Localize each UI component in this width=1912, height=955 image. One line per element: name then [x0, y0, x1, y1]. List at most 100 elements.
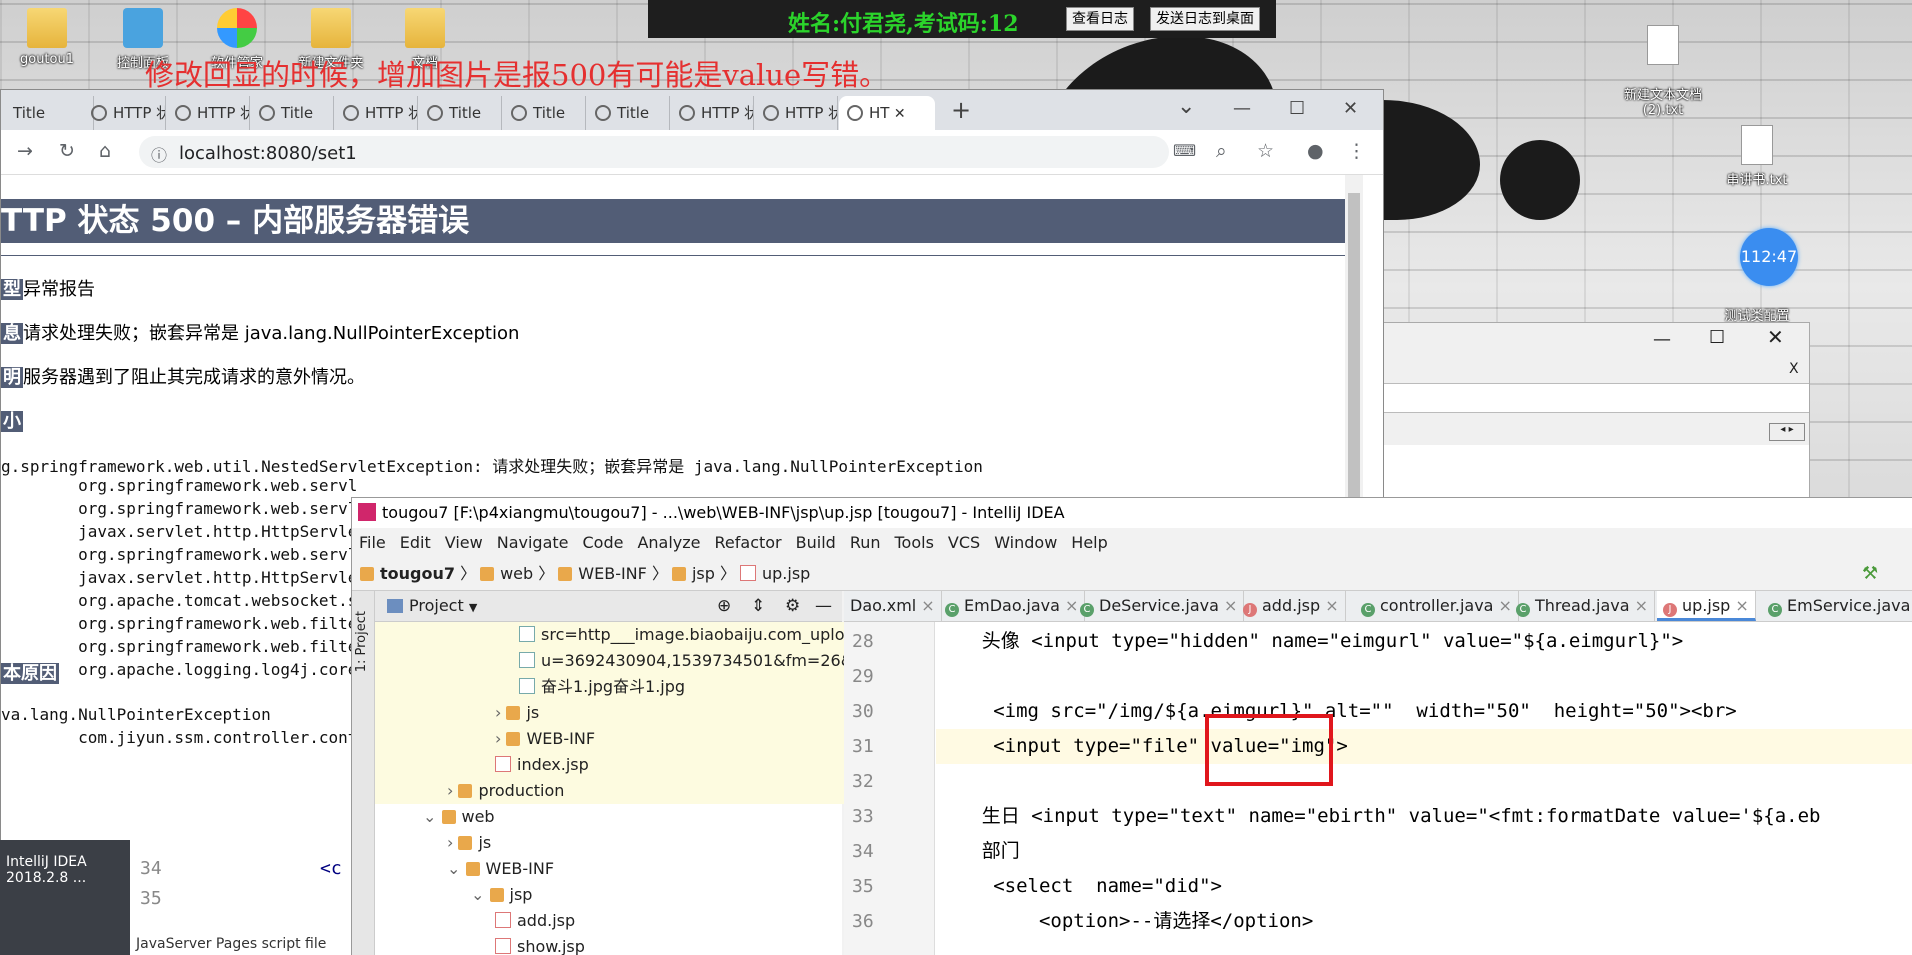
tree-item[interactable]: › production [375, 778, 914, 804]
translate-icon[interactable]: ⌨ [1173, 141, 1196, 160]
menu-item[interactable]: VCS [948, 533, 980, 552]
browser-tab[interactable]: Title [419, 96, 502, 130]
forward-icon[interactable]: → [17, 140, 33, 162]
new-tab-button[interactable]: + [951, 96, 971, 124]
tab-close-icon[interactable]: × [916, 596, 934, 615]
minimize-icon[interactable]: — [1653, 329, 1671, 350]
breadcrumb-item[interactable]: up.jsp [739, 564, 810, 583]
menu-item[interactable]: File [359, 533, 386, 552]
reload-icon[interactable]: ↻ [59, 140, 75, 162]
chevron-icon[interactable]: › [495, 729, 506, 748]
menu-item[interactable]: Tools [895, 533, 934, 552]
desktop-icon-new-text-doc[interactable]: 新建文本文档 (2).txt [1618, 10, 1708, 118]
browser-tab[interactable]: HTTP 状 [335, 96, 418, 130]
breadcrumb-item[interactable]: web 〉 [480, 564, 554, 583]
browser-tab[interactable]: Title [251, 96, 334, 130]
desktop-icon-chuanjiang[interactable]: 串讲书.txt [1712, 125, 1802, 188]
dialog-close-x[interactable]: X [1789, 361, 1799, 377]
editor-tab[interactable]: Jadd.jsp × [1237, 591, 1346, 621]
dialog-scroll-arrows[interactable]: ◂ ▸ [1769, 423, 1805, 441]
editor-tab[interactable]: C DeService.java × [1074, 591, 1245, 621]
code-line[interactable]: 部门 [936, 834, 1912, 869]
chevron-icon[interactable]: ⌄ [423, 807, 442, 826]
collapse-icon[interactable]: ⇕ [751, 591, 765, 621]
locate-icon[interactable]: ⊕ [717, 591, 731, 621]
address-bar[interactable]: ⓘ localhost:8080/set1 ⌨ [139, 136, 1196, 168]
code-line[interactable] [936, 764, 1912, 799]
menu-item[interactable]: Build [796, 533, 836, 552]
menu-item[interactable]: Edit [400, 533, 431, 552]
browser-tab[interactable]: HTTP 状 [755, 96, 838, 130]
project-title[interactable]: Project [409, 596, 464, 615]
tree-item[interactable]: ⌄ WEB-INF [375, 856, 914, 882]
intellij-taskbar-label[interactable]: IntelliJ IDEA 2018.2.8 ... [6, 854, 87, 886]
menu-item[interactable]: View [445, 533, 483, 552]
browser-tab[interactable]: Title [1, 96, 94, 130]
code-line[interactable]: <option>--请选择</option> [936, 904, 1912, 939]
editor-tab[interactable]: C EmDao.java × [939, 591, 1086, 621]
breadcrumb-item[interactable]: tougou7 〉 [360, 564, 476, 583]
bookmark-star-icon[interactable]: ☆ [1257, 140, 1274, 162]
chevron-icon[interactable]: › [447, 833, 458, 852]
code-line[interactable]: <select name="did"> [936, 869, 1912, 904]
tree-item[interactable]: ⌄ web [375, 804, 890, 830]
zoom-icon[interactable]: ⌕ [1216, 140, 1227, 162]
browser-tab[interactable]: HTTP 状 [167, 96, 250, 130]
menu-item[interactable]: Refactor [715, 533, 782, 552]
editor-code[interactable]: 头像 <input type="hidden" name="eimgurl" v… [936, 622, 1912, 955]
build-hammer-icon[interactable]: ⚒ [1862, 558, 1878, 590]
chevron-icon[interactable]: › [447, 781, 458, 800]
tree-item[interactable]: › js [375, 830, 914, 856]
profile-avatar-icon[interactable]: ● [1307, 140, 1324, 162]
floating-clock[interactable]: 112:47 [1740, 228, 1798, 286]
browser-close-icon[interactable]: ✕ [1343, 98, 1358, 119]
menu-item[interactable]: Analyze [637, 533, 700, 552]
tab-close-icon[interactable]: × [1630, 596, 1648, 615]
more-menu-icon[interactable]: ⋮ [1347, 140, 1366, 162]
tree-item-label: index.jsp [517, 755, 589, 774]
menu-item[interactable]: Navigate [497, 533, 569, 552]
send-log-button[interactable]: 发送日志到桌面 [1150, 7, 1260, 31]
code-line[interactable]: <input type="file" value="img"> [936, 729, 1912, 764]
browser-tab[interactable]: HTTP 状 [671, 96, 754, 130]
tab-close-icon[interactable]: × [1219, 596, 1237, 615]
browser-tab[interactable]: HTTP 状 [83, 96, 166, 130]
editor-tab[interactable]: Ccontroller.java × [1355, 591, 1519, 621]
editor-tab[interactable]: CEmService.java × [1762, 591, 1912, 621]
chevron-icon[interactable]: ⌄ [447, 859, 466, 878]
browser-minimize-icon[interactable]: — [1233, 98, 1251, 119]
tab-close-icon[interactable]: × [1730, 596, 1748, 615]
breadcrumb-item[interactable]: jsp 〉 [671, 564, 736, 583]
info-icon[interactable]: ⓘ [151, 142, 167, 166]
code-line[interactable]: 生日 <input type="text" name="ebirth" valu… [936, 799, 1912, 834]
code-line[interactable]: <img src="/img/${a.eimgurl}" alt="" widt… [936, 694, 1912, 729]
chevron-icon[interactable]: › [495, 703, 506, 722]
close-icon[interactable]: ✕ [1767, 325, 1784, 349]
chevron-icon[interactable]: ⌄ [471, 885, 490, 904]
chevron-down-icon[interactable]: ▼ [469, 601, 477, 614]
editor-tab[interactable]: C Thread.java × [1510, 591, 1656, 621]
maximize-icon[interactable]: ☐ [1709, 327, 1725, 348]
browser-maximize-icon[interactable]: ☐ [1289, 98, 1305, 119]
code-line[interactable] [936, 659, 1912, 694]
tab-search-icon[interactable]: ⌄ [1177, 94, 1195, 119]
breadcrumb-item[interactable]: WEB-INF 〉 [558, 564, 668, 583]
tab-close-icon[interactable]: ✕ [889, 106, 906, 122]
browser-tab[interactable]: Title [587, 96, 670, 130]
project-tool-label[interactable]: 1: Project [354, 611, 369, 672]
menu-item[interactable]: Code [583, 533, 624, 552]
menu-item[interactable]: Help [1071, 533, 1107, 552]
editor-tab[interactable]: Dao.xml × [844, 591, 942, 621]
menu-item[interactable]: Run [850, 533, 881, 552]
browser-tab[interactable]: Title [503, 96, 586, 130]
tab-close-icon[interactable]: × [1320, 596, 1338, 615]
browser-tab[interactable]: HT ✕ [839, 96, 935, 130]
home-icon[interactable]: ⌂ [99, 140, 111, 162]
desktop-icon-goutou1[interactable]: goutou1 [2, 8, 92, 67]
menu-item[interactable]: Window [994, 533, 1057, 552]
view-log-button[interactable]: 查看日志 [1066, 7, 1134, 31]
editor-tab[interactable]: Jup.jsp × [1657, 591, 1756, 621]
code-line[interactable]: 头像 <input type="hidden" name="eimgurl" v… [936, 624, 1912, 659]
gear-icon[interactable]: ⚙ [785, 591, 800, 621]
hide-icon[interactable]: — [815, 591, 832, 621]
